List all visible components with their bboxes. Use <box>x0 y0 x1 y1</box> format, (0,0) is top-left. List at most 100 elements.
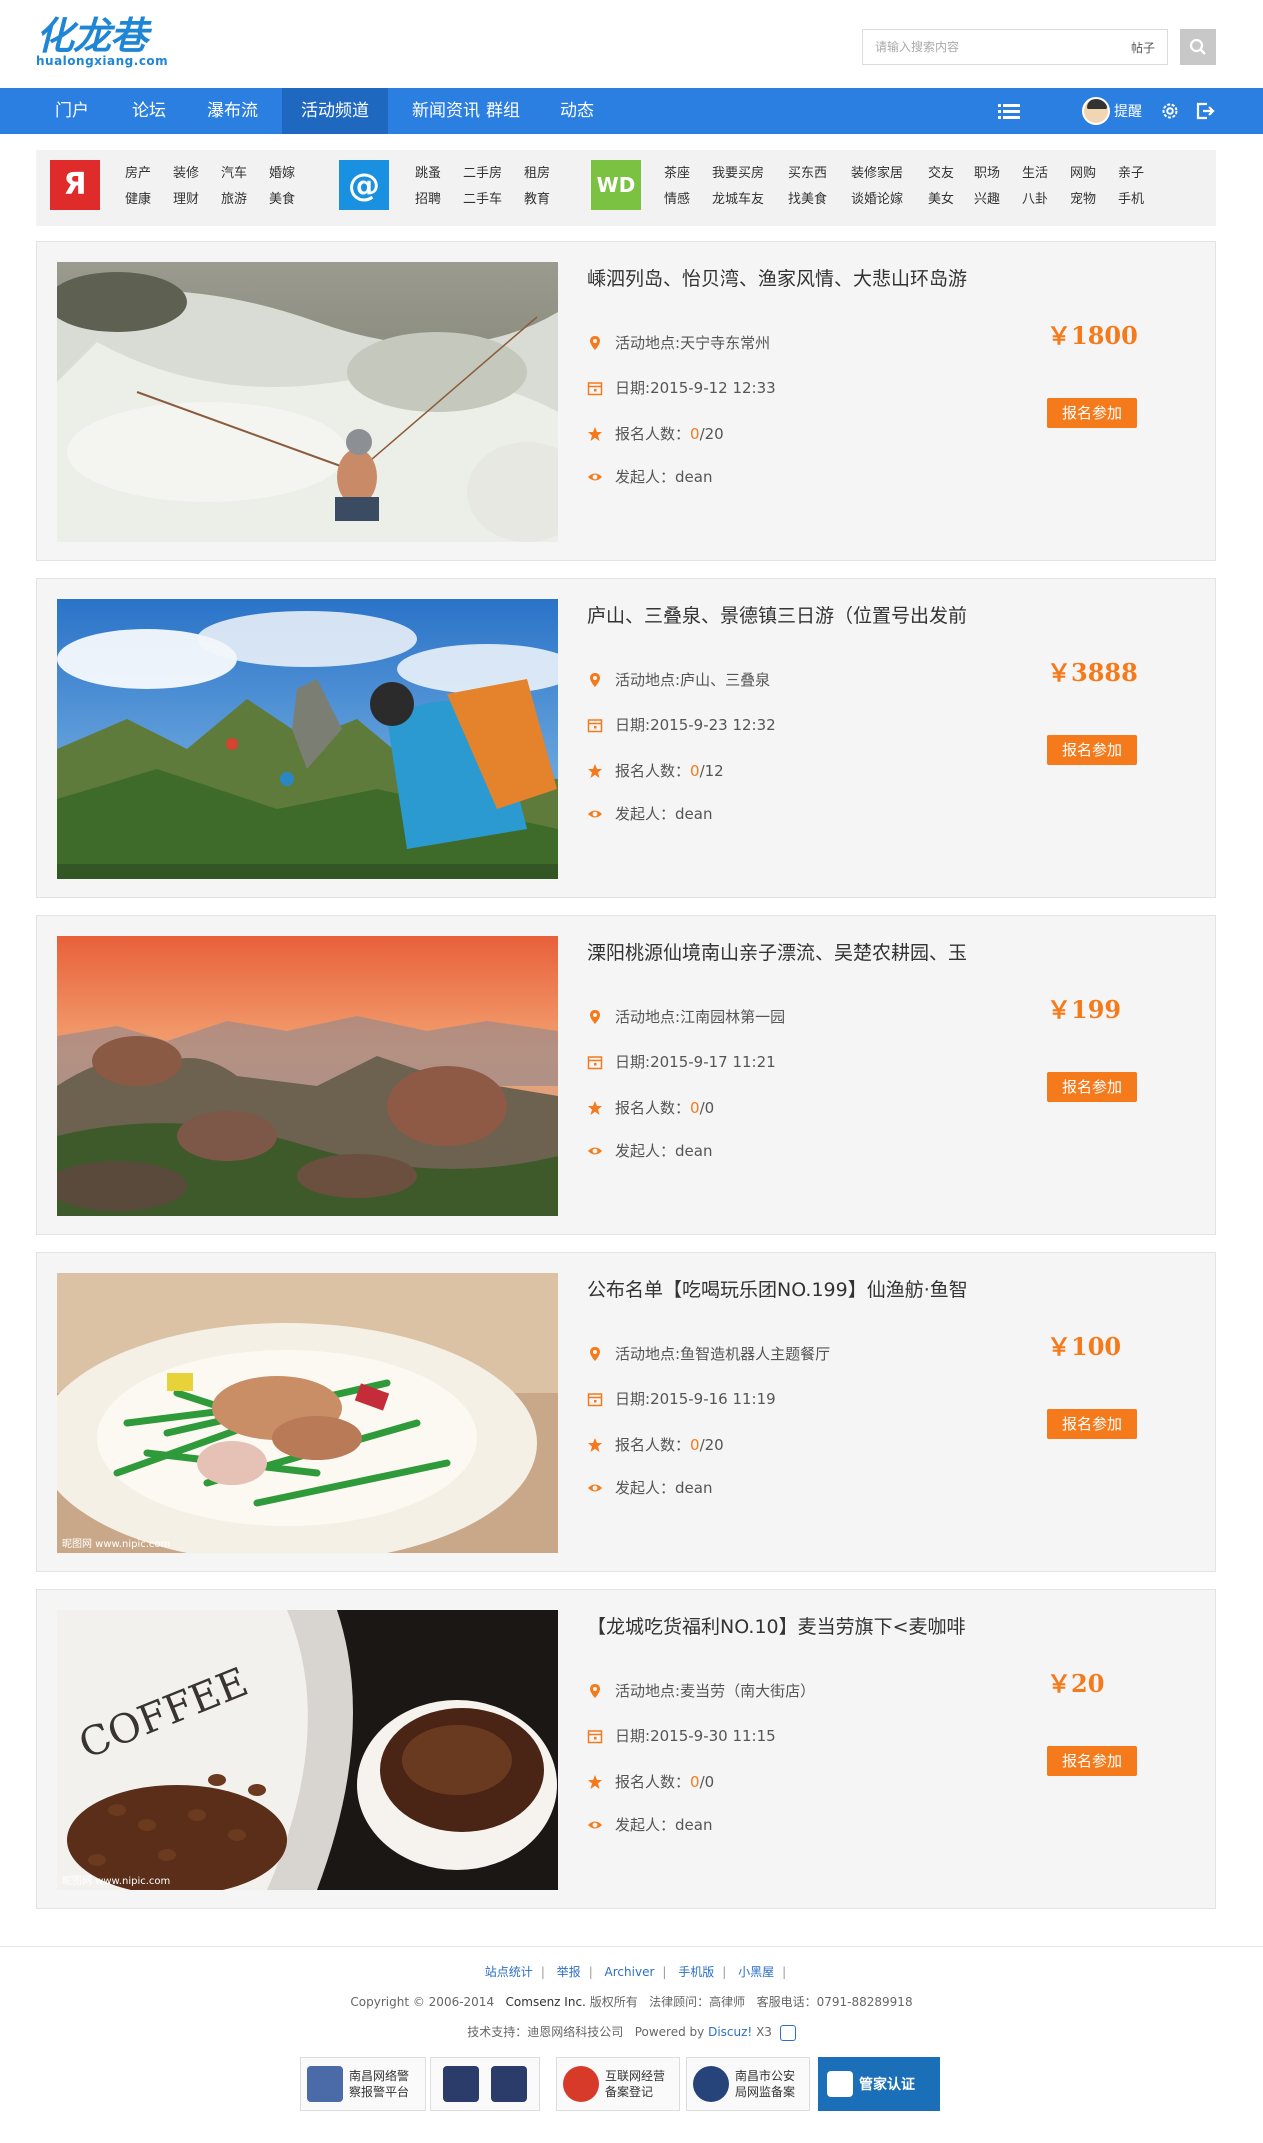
category-link[interactable]: 汽车 <box>221 162 247 181</box>
initiator-value[interactable]: dean <box>675 805 712 823</box>
internet-business-badge[interactable]: 互联网经营 备案登记 <box>556 2057 680 2111</box>
badge-text: 管家认证 <box>859 2077 915 2093</box>
settings-gear-icon[interactable] <box>1160 88 1180 134</box>
category-link[interactable]: 二手车 <box>463 188 502 207</box>
join-button[interactable]: 报名参加 <box>1047 1746 1137 1776</box>
remind-link[interactable]: 提醒 <box>1114 101 1142 121</box>
category-link[interactable]: 租房 <box>524 162 550 181</box>
category-link[interactable]: 装修 <box>173 162 199 181</box>
category-link[interactable]: 我要买房 <box>712 162 764 181</box>
activity-card[interactable]: 庐山、三叠泉、景德镇三日游（位置号出发前 活动地点: 庐山、三叠泉 日期: 201… <box>36 578 1216 898</box>
category-link[interactable]: 手机 <box>1118 188 1144 207</box>
category-link[interactable]: 交友 <box>928 162 954 181</box>
activity-thumbnail[interactable] <box>57 262 558 542</box>
activity-card[interactable]: COFFEE 昵图网 www.nipic.com 【龙城吃货福利NO.10】麦当… <box>36 1589 1216 1909</box>
category-link[interactable]: 谈婚论嫁 <box>851 188 903 207</box>
category-link[interactable]: 网购 <box>1070 162 1096 181</box>
category-link[interactable]: 教育 <box>524 188 550 207</box>
footer-link-stats[interactable]: 站点统计 <box>485 1965 533 1979</box>
search-type-select[interactable]: 帖子 <box>1131 39 1155 56</box>
category-link[interactable]: 兴趣 <box>974 188 1000 207</box>
activity-card[interactable]: 昵图网 www.nipic.com 公布名单【吃喝玩乐团NO.199】仙渔舫·鱼… <box>36 1252 1216 1572</box>
version-text: X3 <box>756 2025 772 2039</box>
join-button[interactable]: 报名参加 <box>1047 1072 1137 1102</box>
location-pin-icon <box>590 1683 600 1698</box>
footer-link-archiver[interactable]: Archiver <box>605 1965 655 1979</box>
join-button[interactable]: 报名参加 <box>1047 1409 1137 1439</box>
nav-item-forum[interactable]: 论坛 <box>113 88 185 134</box>
category-link[interactable]: 茶座 <box>664 162 690 181</box>
category-link[interactable]: 招聘 <box>415 188 441 207</box>
activity-title[interactable]: 嵊泗列岛、怡贝湾、渔家风情、大悲山环岛游 <box>587 264 1007 291</box>
category-link[interactable]: 二手房 <box>463 162 502 181</box>
user-menu[interactable]: 提醒 <box>1082 88 1142 134</box>
category-link[interactable]: 八卦 <box>1022 188 1048 207</box>
search-button[interactable] <box>1180 29 1216 65</box>
category-link[interactable]: 健康 <box>125 188 151 207</box>
site-logo[interactable]: 化龙巷 hualongxiang.com <box>36 16 186 70</box>
discuz-link[interactable]: Discuz! <box>708 2025 752 2039</box>
count-limit: /20 <box>699 1435 724 1454</box>
activity-title[interactable]: 公布名单【吃喝玩乐团NO.199】仙渔舫·鱼智 <box>587 1275 1007 1302</box>
logo-subtext: hualongxiang.com <box>36 54 169 68</box>
date-label: 日期: <box>615 1727 651 1745</box>
activity-price: ￥1800 <box>1047 321 1138 350</box>
category-link[interactable]: 跳蚤 <box>415 162 441 181</box>
footer-link-blackroom[interactable]: 小黑屋 <box>738 1965 774 1979</box>
location-value: 麦当劳（南大街店） <box>680 1682 816 1700</box>
category-link[interactable]: 龙城车友 <box>712 188 764 207</box>
initiator-label: 发起人： <box>615 468 676 486</box>
activity-thumbnail[interactable] <box>57 936 558 1216</box>
activity-card[interactable]: 溧阳桃源仙境南山亲子漂流、吴楚农耕园、玉 活动地点: 江南园林第一园 日期: 20… <box>36 915 1216 1235</box>
count-label: 报名人数： <box>615 762 691 780</box>
activity-thumbnail[interactable]: 昵图网 www.nipic.com <box>57 1273 558 1553</box>
date-value: 2015-9-30 11:15 <box>650 1726 776 1745</box>
initiator-value[interactable]: dean <box>675 468 712 486</box>
category-link[interactable]: 旅游 <box>221 188 247 207</box>
category-link[interactable]: 生活 <box>1022 162 1048 181</box>
category-link[interactable]: 婚嫁 <box>269 162 295 181</box>
location-pin-icon <box>590 335 600 350</box>
guanjia-verified-badge[interactable]: 管家认证 <box>818 2057 940 2111</box>
logout-icon[interactable] <box>1195 88 1215 134</box>
nav-item-portal[interactable]: 门户 <box>36 88 108 134</box>
category-link[interactable]: 装修家居 <box>851 162 903 181</box>
category-link[interactable]: 美食 <box>269 188 295 207</box>
activity-card[interactable]: 嵊泗列岛、怡贝湾、渔家风情、大悲山环岛游 活动地点: 天宁寺东常州 日期: 201… <box>36 241 1216 561</box>
category-link[interactable]: 亲子 <box>1118 162 1144 181</box>
footer-link-report[interactable]: 举报 <box>557 1965 581 1979</box>
category-link[interactable]: 买东西 <box>788 162 827 181</box>
count-joined: 0 <box>690 1772 700 1791</box>
activity-thumbnail[interactable]: COFFEE 昵图网 www.nipic.com <box>57 1610 558 1890</box>
cyber-police-badge[interactable] <box>430 2057 540 2111</box>
nav-item-waterfall[interactable]: 瀑布流 <box>188 88 277 134</box>
nav-item-activity[interactable]: 活动频道 <box>282 88 388 134</box>
category-link[interactable]: 找美食 <box>788 188 827 207</box>
initiator-value[interactable]: dean <box>675 1816 712 1834</box>
category-link[interactable]: 美女 <box>928 188 954 207</box>
initiator-value[interactable]: dean <box>675 1142 712 1160</box>
join-button[interactable]: 报名参加 <box>1047 398 1137 428</box>
footer-link-mobile[interactable]: 手机版 <box>678 1965 714 1979</box>
image-watermark: 昵图网 www.nipic.com <box>62 1538 170 1550</box>
police-alarm-badge[interactable]: 南昌网络警 察报警平台 <box>300 2057 426 2111</box>
search-input[interactable] <box>863 30 1103 64</box>
category-link[interactable]: 情感 <box>664 188 690 207</box>
category-link[interactable]: 房产 <box>125 162 151 181</box>
activity-title[interactable]: 庐山、三叠泉、景德镇三日游（位置号出发前 <box>587 601 1007 628</box>
company-link[interactable]: Comsenz Inc. <box>506 1995 586 2009</box>
activity-title[interactable]: 【龙城吃货福利NO.10】麦当劳旗下<麦咖啡 <box>587 1612 1007 1639</box>
category-link[interactable]: 职场 <box>974 162 1000 181</box>
category-link[interactable]: 宠物 <box>1070 188 1096 207</box>
activity-price: ￥199 <box>1047 995 1122 1024</box>
join-button[interactable]: 报名参加 <box>1047 735 1137 765</box>
public-security-badge[interactable]: 南昌市公安 局网监备案 <box>686 2057 810 2111</box>
activity-thumbnail[interactable] <box>57 599 558 879</box>
activity-title[interactable]: 溧阳桃源仙境南山亲子漂流、吴楚农耕园、玉 <box>587 938 1007 965</box>
menu-list-icon[interactable] <box>998 88 1020 134</box>
initiator-value[interactable]: dean <box>675 1479 712 1497</box>
activity-count: 报名人数： 0/12 <box>587 760 724 781</box>
nav-item-feed[interactable]: 动态 <box>541 88 613 134</box>
category-link[interactable]: 理财 <box>173 188 199 207</box>
nav-item-groups[interactable]: 群组 <box>467 88 539 134</box>
